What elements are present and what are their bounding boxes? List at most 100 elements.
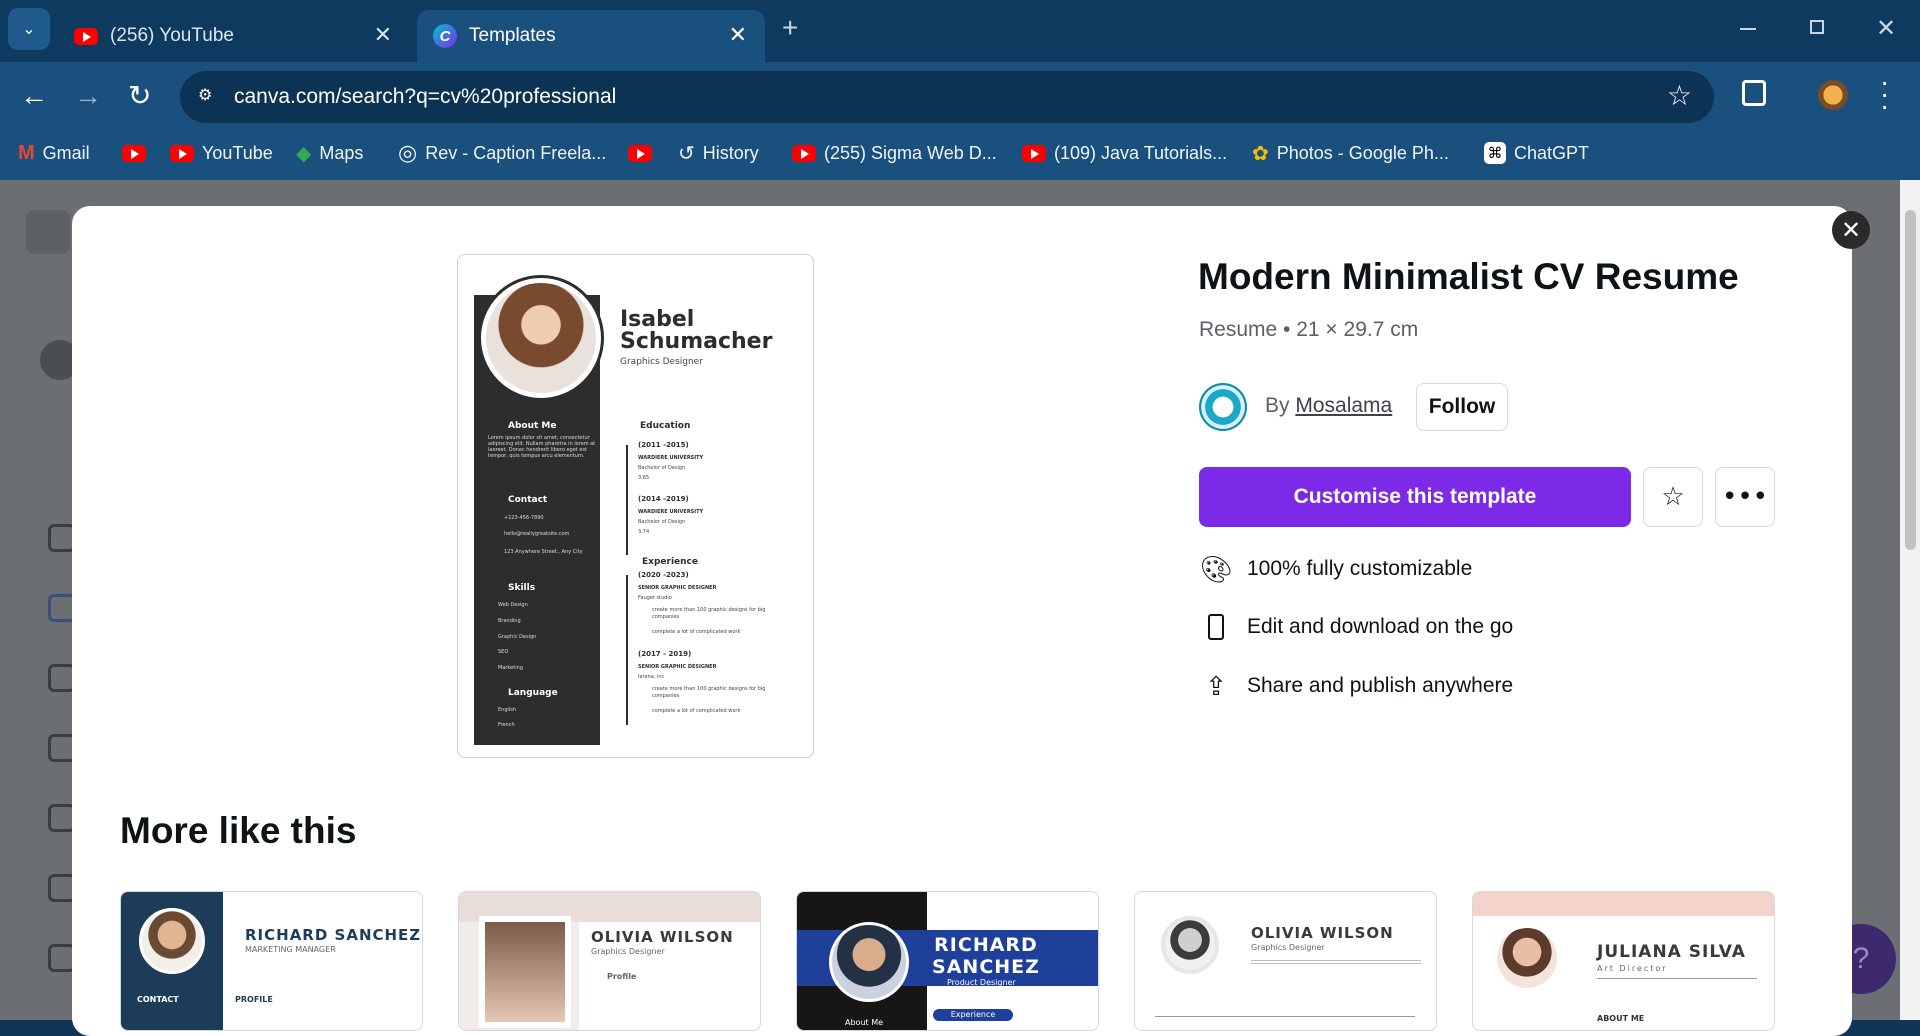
resume-contact-email: hello@reallygreatsite.com	[504, 531, 570, 537]
restore-icon[interactable]	[1810, 20, 1824, 34]
template-section: PROFILE	[235, 995, 273, 1004]
palette-icon: 🎨︎	[1199, 553, 1233, 584]
tab-search-button[interactable]: ⌄	[8, 8, 50, 50]
menu-kebab-icon[interactable]: · · ·	[1880, 68, 1889, 120]
resume-about-text: Lorem ipsum dolor sit amet, consectetur …	[488, 435, 596, 459]
more-horizontal-icon: •••	[1721, 482, 1768, 512]
youtube-icon	[628, 144, 652, 162]
bookmark-maps[interactable]: ◆ Maps	[296, 137, 363, 169]
bookmark-photos[interactable]: ✿ Photos - Google Ph...	[1252, 137, 1449, 169]
template-photo	[1161, 916, 1219, 974]
resume-edu-years: (2014 -2019)	[638, 495, 689, 503]
template-section: ABOUT ME	[1597, 1014, 1645, 1023]
author-link[interactable]: Mosalama	[1295, 394, 1392, 417]
back-icon[interactable]: ←	[20, 80, 48, 112]
bookmark-youtube-1[interactable]	[122, 137, 146, 169]
site-info-icon[interactable]: ⚙	[198, 85, 220, 107]
related-template-3[interactable]: RICHARD SANCHEZ Product Designer About M…	[796, 891, 1099, 1031]
bookmark-label: ChatGPT	[1514, 142, 1590, 163]
bookmark-gmail[interactable]: M Gmail	[18, 137, 90, 169]
new-tab-button[interactable]: +	[782, 12, 798, 44]
template-subtitle: Graphics Designer	[591, 947, 665, 956]
resume-contact-heading: Contact	[508, 495, 548, 505]
bookmark-label: (255) Sigma Web D...	[824, 142, 997, 163]
url-text[interactable]: canva.com/search?q=cv%20professional	[234, 85, 616, 109]
resume-edu-years: (2011 -2015)	[638, 441, 689, 449]
bookmark-label: (109) Java Tutorials...	[1054, 142, 1228, 163]
more-options-button[interactable]: •••	[1715, 467, 1775, 527]
bookmark-star-icon[interactable]: ☆	[1667, 79, 1692, 112]
resume-exp-bullet: create more than 100 graphic designs for…	[652, 686, 766, 699]
template-section: Profile	[607, 972, 637, 981]
close-modal-button[interactable]: ✕	[1832, 211, 1870, 249]
scrollbar-thumb[interactable]	[1905, 210, 1916, 550]
reload-icon[interactable]: ↻	[128, 79, 151, 112]
template-name: RICHARD SANCHEZ	[245, 926, 422, 944]
template-section: Experience	[933, 1009, 1013, 1021]
tab-youtube[interactable]: (256) YouTube ✕	[58, 10, 410, 62]
resume-last-name: Schumacher	[620, 329, 773, 354]
related-template-5[interactable]: JULIANA SILVA Art Director ABOUT ME	[1472, 891, 1775, 1031]
template-subtitle: MARKETING MANAGER	[245, 945, 336, 954]
resume-edu-degree: Bachelor of Design	[638, 519, 686, 525]
bookmark-rev[interactable]: ◎ Rev - Caption Freela...	[398, 137, 606, 169]
bookmark-chatgpt[interactable]: ⌘ ChatGPT	[1484, 137, 1589, 169]
resume-contact-address: 123 Anywhere Street., Any City	[504, 549, 583, 555]
bookmark-label: Gmail	[42, 142, 90, 163]
feature-text: Share and publish anywhere	[1247, 674, 1514, 697]
youtube-icon	[170, 144, 194, 162]
bookmark-java[interactable]: (109) Java Tutorials...	[1022, 137, 1227, 169]
page-scrollbar[interactable]	[1900, 180, 1920, 1020]
resume-exp-years: (2017 - 2019)	[638, 650, 692, 658]
youtube-icon	[74, 27, 98, 45]
bookmark-label: Rev - Caption Freela...	[425, 142, 607, 163]
favorite-button[interactable]: ☆	[1643, 467, 1703, 527]
resume-exp-bullet: complete a lot of complicated work	[652, 629, 741, 635]
resume-exp-company: larana, inc	[638, 674, 665, 680]
template-title: Modern Minimalist CV Resume	[1198, 256, 1739, 297]
template-subtitle: Product Designer	[947, 978, 1016, 987]
template-subtitle: Art Director	[1597, 964, 1668, 973]
bookmark-sigma[interactable]: (255) Sigma Web D...	[792, 137, 997, 169]
follow-button[interactable]: Follow	[1416, 383, 1508, 431]
feature-customizable: 🎨︎ 100% fully customizable	[1199, 551, 1472, 587]
template-photo	[1497, 928, 1557, 988]
close-tab-icon[interactable]: ✕	[374, 22, 392, 48]
browser-toolbar: ← → ↻ ⚙ canva.com/search?q=cv%20professi…	[0, 62, 1920, 180]
template-section: About Me	[845, 1018, 884, 1027]
minimize-icon[interactable]	[1740, 28, 1756, 30]
resume-language-heading: Language	[508, 688, 558, 698]
resume-skills-heading: Skills	[508, 583, 536, 593]
close-window-icon[interactable]: ✕	[1876, 14, 1896, 43]
template-name: OLIVIA WILSON	[591, 928, 734, 946]
bookmark-label: YouTube	[202, 142, 273, 163]
extensions-icon[interactable]	[1742, 80, 1766, 106]
bookmark-label: Photos - Google Ph...	[1276, 142, 1449, 163]
address-bar[interactable]: ⚙ canva.com/search?q=cv%20professional ☆	[180, 71, 1714, 123]
related-template-2[interactable]: OLIVIA WILSON Graphics Designer Profile	[458, 891, 761, 1031]
customise-template-button[interactable]: Customise this template	[1199, 467, 1631, 527]
template-photo	[139, 908, 205, 974]
resume-photo	[478, 275, 604, 401]
bookmark-youtube[interactable]: YouTube	[170, 137, 273, 169]
resume-edu-school: WARDIERE UNIVERSITY	[638, 509, 704, 515]
forward-icon[interactable]: →	[74, 80, 102, 112]
maps-icon: ◆	[296, 142, 312, 165]
history-icon: ↺	[678, 142, 695, 165]
resume-skill: SEO	[498, 649, 509, 655]
resume-skill: Marketing	[498, 665, 523, 671]
more-like-this-heading: More like this	[120, 810, 357, 851]
author-avatar[interactable]	[1199, 383, 1247, 431]
resume-education-heading: Education	[640, 421, 691, 431]
close-tab-icon[interactable]: ✕	[729, 22, 747, 48]
profile-avatar[interactable]	[1818, 80, 1848, 110]
related-template-1[interactable]: RICHARD SANCHEZ MARKETING MANAGER CONTAC…	[120, 891, 423, 1031]
author-byline: By Mosalama	[1265, 394, 1392, 418]
share-icon: ⇪	[1205, 670, 1227, 701]
related-template-4[interactable]: OLIVIA WILSON Graphics Designer	[1134, 891, 1437, 1031]
bookmark-history[interactable]: ↺ History	[678, 137, 759, 169]
tab-templates[interactable]: C Templates ✕	[417, 10, 765, 62]
bookmark-youtube-2[interactable]	[628, 137, 652, 169]
resume-edu-gpa: 3.74	[638, 529, 650, 535]
template-preview[interactable]: Isabel Schumacher Graphics Designer Abou…	[457, 254, 814, 758]
